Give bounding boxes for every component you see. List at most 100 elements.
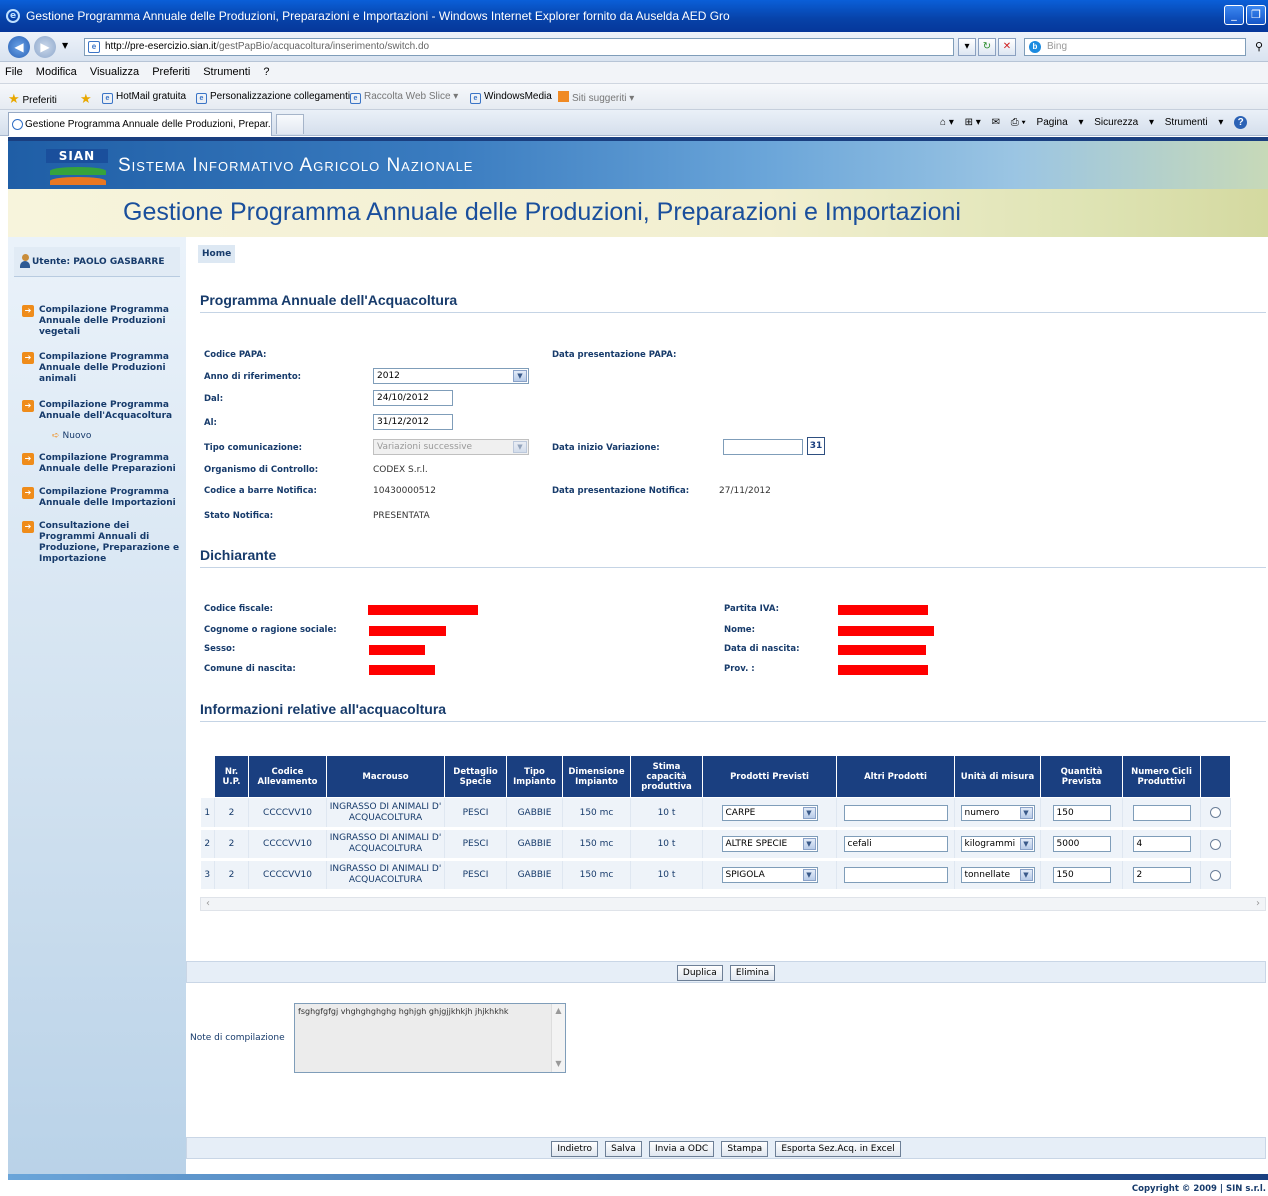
- search-icon[interactable]: ⚲: [1250, 38, 1268, 56]
- row-radio[interactable]: [1210, 838, 1221, 850]
- stop-icon[interactable]: ✕: [998, 38, 1016, 56]
- column-header-altri: Altri Prodotti: [836, 755, 955, 798]
- salva-button[interactable]: Salva: [605, 1141, 642, 1157]
- data-inizio-variazione-input[interactable]: [723, 439, 803, 455]
- system-name: Sistema Informativo Agricolo Nazionale: [118, 155, 474, 176]
- sidebar-item-acquacoltura[interactable]: ➔ Compilazione Programma Annuale dell'Acq…: [22, 400, 182, 422]
- menu-bar: File Modifica Visualizza Preferiti Strum…: [0, 62, 1268, 84]
- menu-help[interactable]: ?: [258, 62, 274, 78]
- notes-text: fsghgfgfgj vhghghghghg hghjgh ghjgjjkhkj…: [298, 1007, 509, 1016]
- invia-odc-button[interactable]: Invia a ODC: [648, 1141, 715, 1157]
- cicli-input[interactable]: 2: [1132, 867, 1191, 883]
- al-input[interactable]: 31/12/2012: [373, 414, 453, 430]
- cicli-input[interactable]: 4: [1132, 836, 1191, 852]
- table-row: 1 2 CCCCVV10 INGRASSO DI ANIMALI D' ACQU…: [200, 797, 1231, 830]
- sidebar-item-produzioni-vegetali[interactable]: ➔ Compilazione Programma Annuale delle Pr…: [22, 305, 182, 338]
- chevron-down-icon: ▼: [1019, 869, 1033, 881]
- cell-quantita: 150: [1040, 797, 1123, 830]
- favorites-button[interactable]: ★ Preferiti: [8, 91, 57, 107]
- fav-siti-suggeriti[interactable]: Siti suggeriti ▾: [558, 91, 634, 104]
- table-horizontal-scrollbar[interactable]: ‹ ›: [200, 897, 1266, 911]
- menu-file[interactable]: File: [0, 62, 28, 78]
- row-radio[interactable]: [1210, 869, 1221, 881]
- refresh-icon[interactable]: ↻: [978, 38, 996, 56]
- tipo-comunicazione-select: Variazioni successive ▼: [373, 439, 529, 455]
- cmd-strumenti[interactable]: Strumenti ▾: [1165, 117, 1224, 128]
- back-button[interactable]: ◀: [8, 36, 30, 58]
- logo-wave-green: [50, 167, 106, 175]
- cmd-sicurezza[interactable]: Sicurezza ▾: [1094, 117, 1154, 128]
- address-input[interactable]: e http://pre-esercizio.sian.it/gestPapBi…: [84, 38, 954, 56]
- codice-barre-value: 10430000512: [373, 486, 436, 496]
- altri-prodotti-input[interactable]: [843, 867, 948, 883]
- anno-select[interactable]: 2012 ▼: [373, 368, 529, 384]
- stampa-button[interactable]: Stampa: [721, 1141, 769, 1157]
- breadcrumb-home[interactable]: Home: [198, 245, 236, 263]
- fav-windowsmedia[interactable]: e WindowsMedia: [470, 91, 552, 104]
- row-radio[interactable]: [1210, 807, 1221, 818]
- unita-select[interactable]: numero ▼: [960, 804, 1035, 821]
- fav-personalizzazione[interactable]: e Personalizzazione collegamenti: [196, 91, 350, 104]
- duplica-button[interactable]: Duplica: [676, 965, 723, 981]
- altri-prodotti-input[interactable]: [843, 804, 948, 821]
- cmd-pagina[interactable]: Pagina ▾: [1037, 117, 1084, 128]
- prodotti-select[interactable]: CARPE ▼: [721, 804, 818, 821]
- cicli-input[interactable]: [1132, 804, 1191, 821]
- cognome-label: Cognome o ragione sociale:: [204, 625, 337, 635]
- esporta-excel-button[interactable]: Esporta Sez.Acq. in Excel: [775, 1141, 901, 1157]
- menu-strumenti[interactable]: Strumenti: [198, 62, 255, 78]
- print-icon[interactable]: ⎙ ▾: [1011, 117, 1026, 128]
- table-row: 3 2 CCCCVV10 INGRASSO DI ANIMALI D' ACQU…: [200, 859, 1231, 892]
- elimina-button[interactable]: Elimina: [729, 965, 776, 981]
- dal-label: Dal:: [204, 394, 224, 404]
- home-icon[interactable]: ⌂ ▾: [940, 117, 954, 128]
- address-dropdown-icon[interactable]: ▾: [958, 38, 976, 56]
- cell-specie: PESCI: [444, 859, 507, 892]
- minimize-button[interactable]: _: [1224, 5, 1244, 25]
- scroll-left-icon[interactable]: ‹: [201, 898, 215, 910]
- column-header-prodotti: Prodotti Previsti: [702, 755, 837, 798]
- cell-altri: [836, 859, 955, 892]
- fav-web-slice[interactable]: e Raccolta Web Slice ▾: [350, 91, 458, 104]
- menu-preferiti[interactable]: Preferiti: [147, 62, 195, 78]
- unita-select[interactable]: tonnellate ▼: [960, 867, 1035, 883]
- sidebar-item-preparazioni[interactable]: ➔ Compilazione Programma Annuale delle Pr…: [22, 453, 182, 475]
- forward-button[interactable]: ▶: [34, 36, 56, 58]
- mail-icon[interactable]: ✉: [992, 117, 1000, 128]
- help-icon[interactable]: ?: [1234, 116, 1248, 129]
- scroll-right-icon[interactable]: ›: [1251, 898, 1265, 910]
- quantita-input[interactable]: 150: [1052, 804, 1111, 821]
- cell-codice: CCCCVV10: [248, 859, 327, 892]
- menu-visualizza[interactable]: Visualizza: [85, 62, 144, 78]
- sidebar-subitem-nuovo[interactable]: ➪ Nuovo: [52, 431, 91, 441]
- feeds-icon[interactable]: ⊞ ▾: [965, 117, 981, 128]
- altri-prodotti-input[interactable]: cefali: [843, 836, 948, 852]
- tab-current[interactable]: Gestione Programma Annuale delle Produzi…: [8, 112, 272, 136]
- redacted-partita-iva: [838, 605, 928, 615]
- menu-modifica[interactable]: Modifica: [31, 62, 82, 78]
- dal-input[interactable]: 24/10/2012: [373, 390, 453, 406]
- column-header-codice: Codice Allevamento: [248, 755, 327, 798]
- indietro-button[interactable]: Indietro: [551, 1141, 598, 1157]
- prodotti-select[interactable]: SPIGOLA ▼: [721, 867, 818, 883]
- notes-scrollbar[interactable]: ▲ ▼: [551, 1004, 565, 1072]
- add-favorite-icon[interactable]: ★: [80, 91, 92, 107]
- banner-stripe: [8, 137, 1268, 141]
- new-tab-button[interactable]: [276, 114, 304, 134]
- fav-hotmail[interactable]: e HotMail gratuita: [102, 91, 186, 104]
- sidebar-item-importazioni[interactable]: ➔ Compilazione Programma Annuale delle Im…: [22, 487, 182, 509]
- quantita-input[interactable]: 150: [1052, 867, 1111, 883]
- sidebar-item-produzioni-animali[interactable]: ➔ Compilazione Programma Annuale delle Pr…: [22, 352, 182, 385]
- prodotti-select[interactable]: ALTRE SPECIE ▼: [721, 836, 818, 852]
- section-title-acquacoltura: Informazioni relative all'acquacoltura: [200, 701, 447, 717]
- calendar-icon[interactable]: 31: [807, 437, 825, 455]
- quantita-input[interactable]: 5000: [1052, 836, 1111, 852]
- chevron-down-icon: ▼: [802, 869, 816, 881]
- unita-select[interactable]: kilogrammi ▼: [960, 836, 1035, 852]
- sian-logo: SIAN: [46, 149, 108, 189]
- sidebar-item-consultazione[interactable]: ➔ Consultazione dei Programmi Annuali di …: [22, 521, 182, 565]
- notes-textarea[interactable]: fsghgfgfgj vhghghghghg hghjgh ghjgjjkhkj…: [294, 1003, 566, 1073]
- history-dropdown-icon[interactable]: ▼: [62, 41, 68, 50]
- search-input[interactable]: b Bing: [1024, 38, 1246, 56]
- maximize-button[interactable]: ❐: [1246, 5, 1266, 25]
